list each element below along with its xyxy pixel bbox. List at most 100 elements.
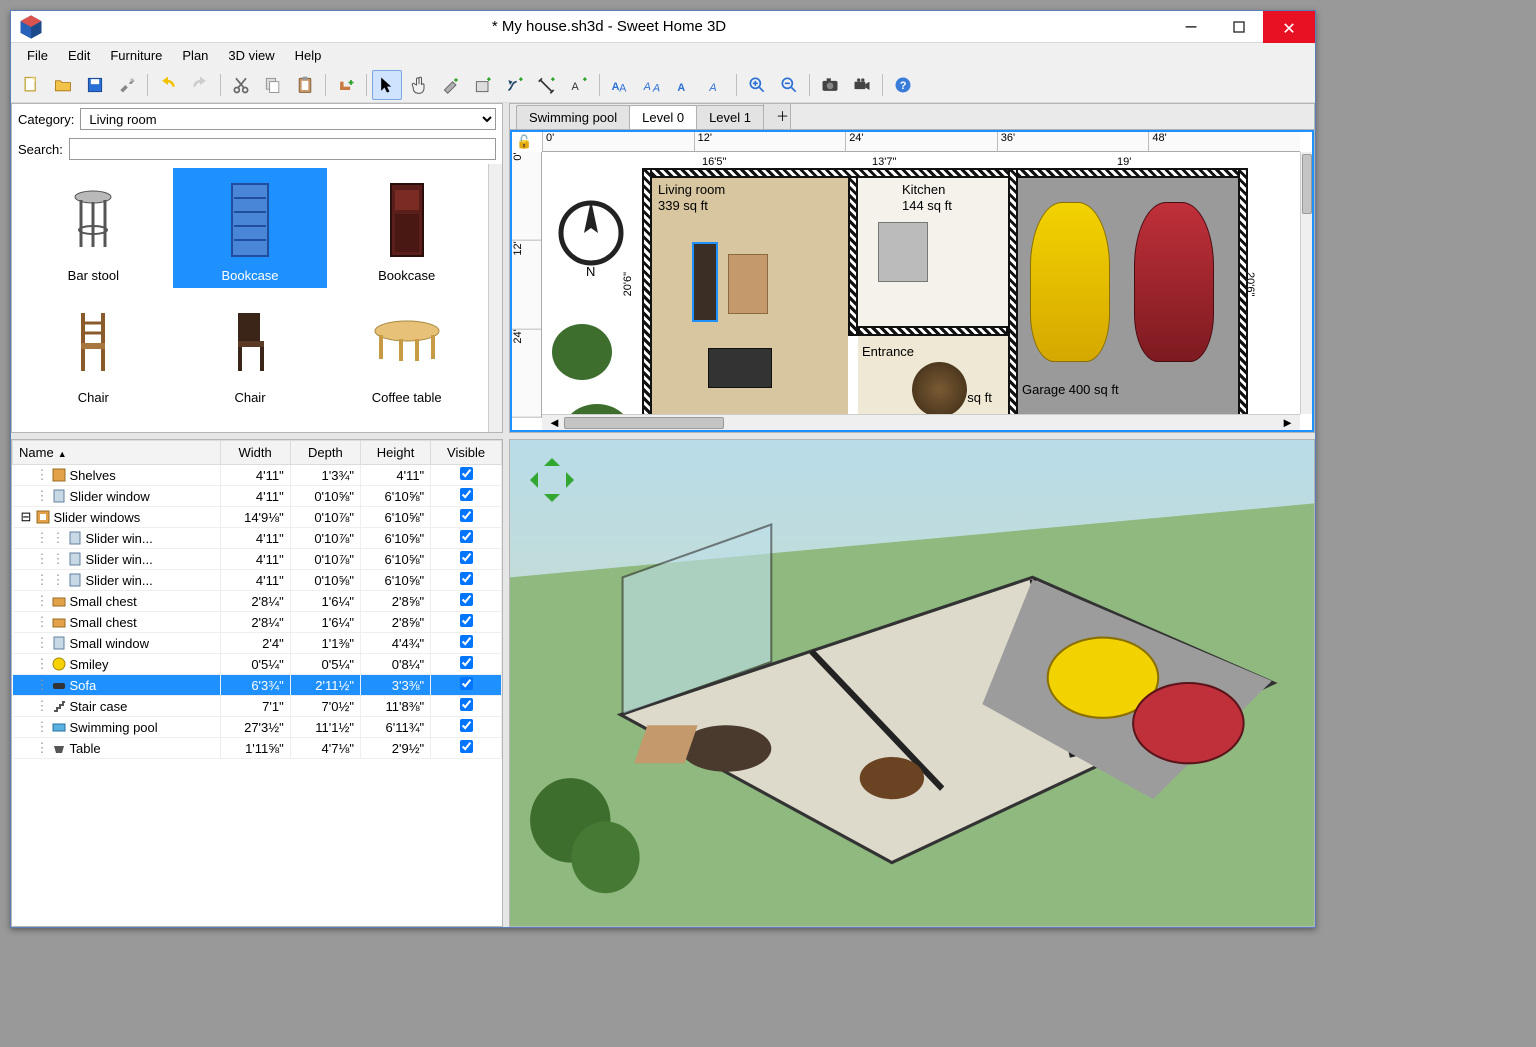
menu-edit[interactable]: Edit bbox=[58, 45, 100, 66]
zoom-out-icon[interactable] bbox=[774, 70, 804, 100]
undo-icon[interactable] bbox=[153, 70, 183, 100]
ruler-tick: 48' bbox=[1148, 132, 1300, 151]
zoom-in-icon[interactable] bbox=[742, 70, 772, 100]
help-icon[interactable]: ? bbox=[888, 70, 918, 100]
catalog-scrollbar[interactable] bbox=[488, 164, 502, 432]
furniture-row[interactable]: ⋮Small chest2'8¼"1'6¼"2'8⅝" bbox=[13, 591, 502, 612]
redo-icon[interactable] bbox=[185, 70, 215, 100]
furniture-row[interactable]: ⋮Table1'11⅝"4'7⅛"2'9½" bbox=[13, 738, 502, 759]
furniture-row[interactable]: ⋮Small window2'4"1'1⅜"4'4¾" bbox=[13, 633, 502, 654]
visible-checkbox[interactable] bbox=[460, 551, 473, 564]
create-dimensions-icon[interactable] bbox=[532, 70, 562, 100]
save-file-icon[interactable] bbox=[80, 70, 110, 100]
text-style-a-icon[interactable]: A bbox=[669, 70, 699, 100]
furniture-row[interactable]: ⋮⋮Slider win...4'11"0'10⅞"6'10⅝" bbox=[13, 549, 502, 570]
text-style-b-icon[interactable]: A bbox=[701, 70, 731, 100]
visible-checkbox[interactable] bbox=[460, 509, 473, 522]
plan-hscroll[interactable]: ◄► bbox=[542, 414, 1300, 430]
visible-checkbox[interactable] bbox=[460, 488, 473, 501]
catalog-item-bookcase-open[interactable]: Bookcase bbox=[173, 168, 328, 288]
search-input[interactable] bbox=[69, 138, 496, 160]
close-button[interactable]: ✕ bbox=[1263, 11, 1315, 43]
text-bold-icon[interactable]: AA bbox=[605, 70, 635, 100]
add-level-tab[interactable]: ＋ bbox=[763, 103, 791, 129]
visible-checkbox[interactable] bbox=[460, 698, 473, 711]
maximize-button[interactable] bbox=[1215, 11, 1263, 43]
spiral-stairs[interactable] bbox=[912, 362, 967, 414]
pan-tool-icon[interactable] bbox=[404, 70, 434, 100]
new-file-icon[interactable] bbox=[16, 70, 46, 100]
col-visible[interactable]: Visible bbox=[431, 441, 502, 465]
cut-icon[interactable] bbox=[226, 70, 256, 100]
car-red[interactable] bbox=[1134, 202, 1214, 362]
furniture-row[interactable]: ⋮Shelves4'11"1'3¾"4'11" bbox=[13, 465, 502, 486]
category-select[interactable]: Living room bbox=[80, 108, 496, 130]
menu-file[interactable]: File bbox=[17, 45, 58, 66]
menu-furniture[interactable]: Furniture bbox=[100, 45, 172, 66]
create-text-icon[interactable]: A bbox=[564, 70, 594, 100]
plan-vscroll[interactable] bbox=[1300, 152, 1312, 414]
3d-view-panel[interactable] bbox=[509, 439, 1315, 927]
visible-checkbox[interactable] bbox=[460, 572, 473, 585]
visible-checkbox[interactable] bbox=[460, 719, 473, 732]
furniture-row[interactable]: ⋮Smiley0'5¼"0'5¼"0'8¼" bbox=[13, 654, 502, 675]
lock-icon[interactable]: 🔓 bbox=[516, 134, 532, 150]
furniture-row[interactable]: ⋮Swimming pool27'3½"11'1½"6'11¾" bbox=[13, 717, 502, 738]
dining-table[interactable] bbox=[708, 348, 772, 388]
catalog-item-bar-stool[interactable]: Bar stool bbox=[16, 168, 171, 288]
create-walls-icon[interactable] bbox=[436, 70, 466, 100]
app-window: * My house.sh3d - Sweet Home 3D — ✕ File… bbox=[10, 10, 1316, 928]
rug[interactable] bbox=[728, 254, 768, 314]
visible-checkbox[interactable] bbox=[460, 740, 473, 753]
video-icon[interactable] bbox=[847, 70, 877, 100]
minimize-button[interactable]: — bbox=[1167, 11, 1215, 43]
text-italic-icon[interactable]: AA bbox=[637, 70, 667, 100]
menu-help[interactable]: Help bbox=[285, 45, 332, 66]
add-furniture-icon[interactable] bbox=[331, 70, 361, 100]
visible-checkbox[interactable] bbox=[460, 656, 473, 669]
furniture-row[interactable]: ⊟Slider windows14'9⅛"0'10⅞"6'10⅝" bbox=[13, 507, 502, 528]
expand-toggle[interactable]: ⊟ bbox=[21, 509, 32, 525]
furniture-row[interactable]: ⋮Small chest2'8¼"1'6¼"2'8⅝" bbox=[13, 612, 502, 633]
visible-checkbox[interactable] bbox=[460, 614, 473, 627]
col-name[interactable]: Name▲ bbox=[13, 441, 221, 465]
visible-checkbox[interactable] bbox=[460, 530, 473, 543]
paste-icon[interactable] bbox=[290, 70, 320, 100]
furniture-name: Sofa bbox=[70, 678, 97, 693]
visible-checkbox[interactable] bbox=[460, 677, 473, 690]
car-yellow[interactable] bbox=[1030, 202, 1110, 362]
open-file-icon[interactable] bbox=[48, 70, 78, 100]
copy-icon[interactable] bbox=[258, 70, 288, 100]
3d-nav-arrows[interactable] bbox=[522, 450, 582, 510]
furniture-name: Slider window bbox=[70, 489, 150, 504]
catalog-item-chair-2[interactable]: Chair bbox=[173, 290, 328, 410]
furniture-row[interactable]: ⋮⋮Slider win...4'11"0'10⅞"6'10⅝" bbox=[13, 528, 502, 549]
create-rooms-icon[interactable] bbox=[468, 70, 498, 100]
catalog-item-bookcase-closed[interactable]: Bookcase bbox=[329, 168, 484, 288]
level-tab[interactable]: Level 1 bbox=[696, 105, 764, 129]
plan-canvas[interactable]: N 16'5" 13'7" 19' 20'6" 20'6" bbox=[542, 152, 1300, 414]
preferences-icon[interactable] bbox=[112, 70, 142, 100]
visible-checkbox[interactable] bbox=[460, 467, 473, 480]
col-height[interactable]: Height bbox=[360, 441, 430, 465]
3d-canvas[interactable] bbox=[510, 440, 1314, 926]
furniture-row[interactable]: ⋮Slider window4'11"0'10⅝"6'10⅝" bbox=[13, 486, 502, 507]
menu-3dview[interactable]: 3D view bbox=[218, 45, 284, 66]
catalog-item-chair-1[interactable]: Chair bbox=[16, 290, 171, 410]
furniture-row[interactable]: ⋮Sofa6'3¾"2'11½"3'3⅜" bbox=[13, 675, 502, 696]
col-width[interactable]: Width bbox=[220, 441, 290, 465]
select-tool-icon[interactable] bbox=[372, 70, 402, 100]
level-tab[interactable]: Level 0 bbox=[629, 105, 697, 129]
catalog-item-coffee-table[interactable]: Coffee table bbox=[329, 290, 484, 410]
menu-plan[interactable]: Plan bbox=[172, 45, 218, 66]
furniture-row[interactable]: ⋮⋮Slider win...4'11"0'10⅝"6'10⅝" bbox=[13, 570, 502, 591]
sofa-selected[interactable] bbox=[692, 242, 718, 322]
create-polylines-icon[interactable] bbox=[500, 70, 530, 100]
furniture-row[interactable]: ⋮Stair case7'1"7'0½"11'8⅜" bbox=[13, 696, 502, 717]
visible-checkbox[interactable] bbox=[460, 593, 473, 606]
visible-checkbox[interactable] bbox=[460, 635, 473, 648]
col-depth[interactable]: Depth bbox=[290, 441, 360, 465]
kitchen-counter[interactable] bbox=[878, 222, 928, 282]
level-tab[interactable]: Swimming pool bbox=[516, 105, 630, 129]
photo-icon[interactable] bbox=[815, 70, 845, 100]
